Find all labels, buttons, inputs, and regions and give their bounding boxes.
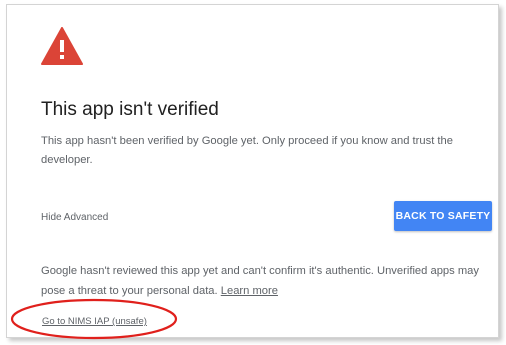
dialog-title: This app isn't verified	[41, 99, 219, 120]
hide-advanced-link[interactable]: Hide Advanced	[41, 212, 108, 223]
dialog-description: This app hasn't been verified by Google …	[41, 135, 453, 166]
warning-triangle-icon	[41, 27, 83, 65]
proceed-unsafe-link[interactable]: Go to NIMS IAP (unsafe)	[42, 316, 147, 327]
unverified-warning-text: Google hasn't reviewed this app yet and …	[41, 261, 486, 301]
back-to-safety-button[interactable]: BACK TO SAFETY	[394, 201, 492, 231]
learn-more-link[interactable]: Learn more	[221, 285, 278, 297]
unverified-app-dialog: This app isn't verified This app hasn't …	[6, 4, 499, 338]
